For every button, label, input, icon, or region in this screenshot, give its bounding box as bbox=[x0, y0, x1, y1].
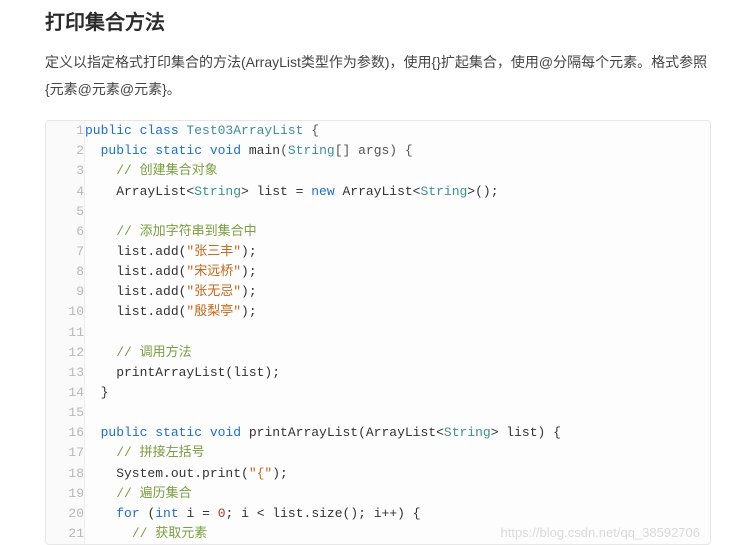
code-line: 15 bbox=[46, 403, 710, 423]
line-number: 9 bbox=[46, 282, 85, 302]
code-content: // 遍历集合 bbox=[85, 484, 711, 504]
code-content: ArrayList<String> list = new ArrayList<S… bbox=[85, 182, 711, 202]
section-paragraph: 定义以指定格式打印集合的方法(ArrayList类型作为参数)，使用{}扩起集合… bbox=[45, 49, 711, 102]
code-line: 18 System.out.print("{"); bbox=[46, 464, 710, 484]
code-content: // 添加字符串到集合中 bbox=[85, 222, 711, 242]
code-line: 19 // 遍历集合 bbox=[46, 484, 710, 504]
code-line: 21 // 获取元素 bbox=[46, 524, 710, 544]
code-line: 3 // 创建集合对象 bbox=[46, 161, 710, 181]
line-number: 2 bbox=[46, 141, 85, 161]
code-content bbox=[85, 323, 711, 343]
code-line: 11 bbox=[46, 323, 710, 343]
line-number: 13 bbox=[46, 363, 85, 383]
line-number: 11 bbox=[46, 323, 85, 343]
code-line: 16 public static void printArrayList(Arr… bbox=[46, 423, 710, 443]
line-number: 19 bbox=[46, 484, 85, 504]
code-table: 1public class Test03ArrayList {2 public … bbox=[46, 121, 710, 544]
code-line: 20 for (int i = 0; i < list.size(); i++)… bbox=[46, 504, 710, 524]
code-content: list.add("张无忌"); bbox=[85, 282, 711, 302]
code-block: 1public class Test03ArrayList {2 public … bbox=[45, 120, 711, 545]
line-number: 10 bbox=[46, 302, 85, 322]
line-number: 14 bbox=[46, 383, 85, 403]
code-content: public class Test03ArrayList { bbox=[85, 121, 711, 141]
code-line: 4 ArrayList<String> list = new ArrayList… bbox=[46, 182, 710, 202]
line-number: 17 bbox=[46, 443, 85, 463]
code-content: // 调用方法 bbox=[85, 343, 711, 363]
line-number: 7 bbox=[46, 242, 85, 262]
line-number: 15 bbox=[46, 403, 85, 423]
line-number: 1 bbox=[46, 121, 85, 141]
line-number: 3 bbox=[46, 161, 85, 181]
code-content bbox=[85, 202, 711, 222]
code-line: 14 } bbox=[46, 383, 710, 403]
line-number: 12 bbox=[46, 343, 85, 363]
code-content: // 获取元素 bbox=[85, 524, 711, 544]
code-content: printArrayList(list); bbox=[85, 363, 711, 383]
code-content: // 创建集合对象 bbox=[85, 161, 711, 181]
code-line: 7 list.add("张三丰"); bbox=[46, 242, 710, 262]
code-content: System.out.print("{"); bbox=[85, 464, 711, 484]
code-line: 13 printArrayList(list); bbox=[46, 363, 710, 383]
line-number: 20 bbox=[46, 504, 85, 524]
line-number: 16 bbox=[46, 423, 85, 443]
line-number: 4 bbox=[46, 182, 85, 202]
code-content: public static void printArrayList(ArrayL… bbox=[85, 423, 711, 443]
code-content: } bbox=[85, 383, 711, 403]
line-number: 18 bbox=[46, 464, 85, 484]
line-number: 21 bbox=[46, 524, 85, 544]
code-content: list.add("张三丰"); bbox=[85, 242, 711, 262]
code-line: 1public class Test03ArrayList { bbox=[46, 121, 710, 141]
code-line: 5 bbox=[46, 202, 710, 222]
line-number: 5 bbox=[46, 202, 85, 222]
code-line: 12 // 调用方法 bbox=[46, 343, 710, 363]
line-number: 8 bbox=[46, 262, 85, 282]
code-content: for (int i = 0; i < list.size(); i++) { bbox=[85, 504, 711, 524]
code-line: 9 list.add("张无忌"); bbox=[46, 282, 710, 302]
code-line: 10 list.add("殷梨亭"); bbox=[46, 302, 710, 322]
code-line: 6 // 添加字符串到集合中 bbox=[46, 222, 710, 242]
code-content: list.add("殷梨亭"); bbox=[85, 302, 711, 322]
line-number: 6 bbox=[46, 222, 85, 242]
code-content bbox=[85, 403, 711, 423]
code-content: // 拼接左括号 bbox=[85, 443, 711, 463]
code-line: 17 // 拼接左括号 bbox=[46, 443, 710, 463]
code-content: list.add("宋远桥"); bbox=[85, 262, 711, 282]
section-heading: 打印集合方法 bbox=[45, 6, 711, 35]
code-content: public static void main(String[] args) { bbox=[85, 141, 711, 161]
code-line: 8 list.add("宋远桥"); bbox=[46, 262, 710, 282]
code-line: 2 public static void main(String[] args)… bbox=[46, 141, 710, 161]
